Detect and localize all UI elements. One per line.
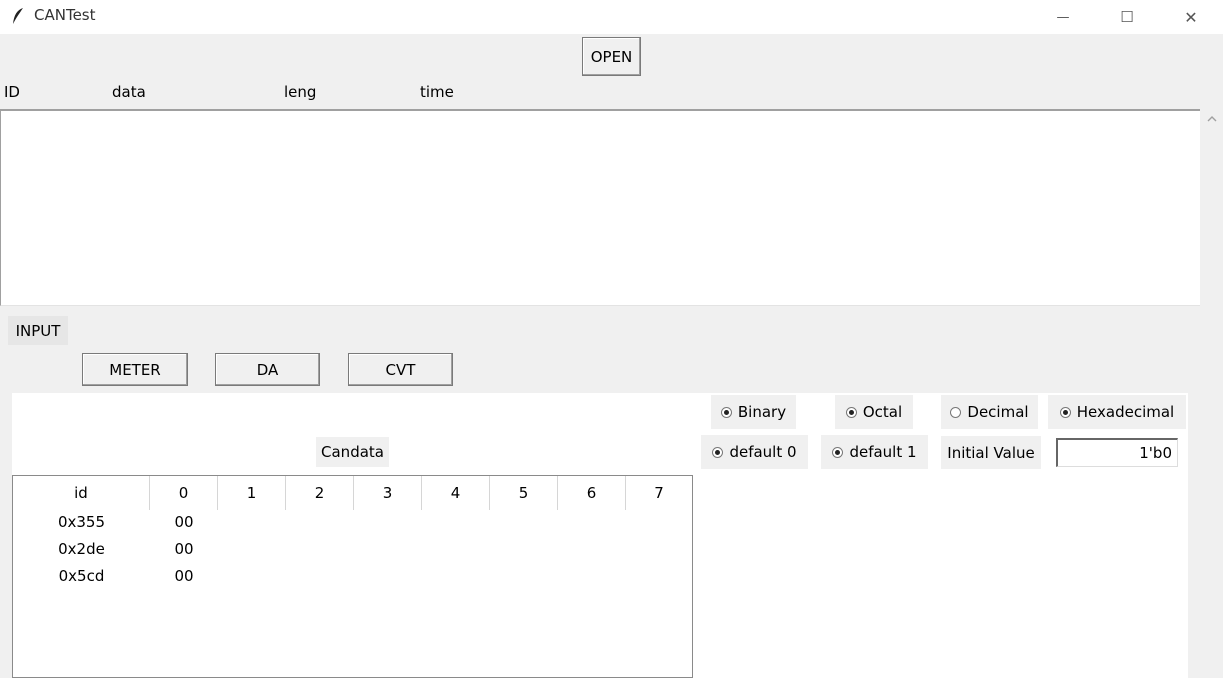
close-button[interactable]: ✕ <box>1168 0 1214 34</box>
open-button[interactable]: OPEN <box>582 37 641 76</box>
hexadecimal-label: Hexadecimal <box>1076 403 1175 421</box>
column-header-byte3[interactable]: 3 <box>354 476 422 510</box>
message-listbox[interactable] <box>0 109 1200 306</box>
header-data: data <box>112 83 146 101</box>
row-id-cell: 0x5cd <box>58 566 105 585</box>
header-id: ID <box>4 83 20 101</box>
row-byte0-cell: 00 <box>174 512 194 531</box>
decimal-label: Decimal <box>967 403 1029 421</box>
header-length: leng <box>284 83 317 101</box>
octal-label: Octal <box>862 403 903 421</box>
row-byte0-cell: 00 <box>174 566 194 585</box>
binary-radio[interactable]: Binary <box>711 395 796 429</box>
initial-value-input[interactable]: 1'b0 <box>1056 438 1178 467</box>
row-id-cell: 0x2de <box>58 539 105 558</box>
row-byte0-cell: 00 <box>174 539 194 558</box>
octal-radio[interactable]: Octal <box>835 395 913 429</box>
maximize-button[interactable]: ☐ <box>1104 0 1150 34</box>
default1-radio[interactable]: default 1 <box>821 435 928 469</box>
column-header-byte7[interactable]: 7 <box>626 476 692 510</box>
hexadecimal-radio[interactable]: Hexadecimal <box>1048 395 1186 429</box>
radio-selected-icon <box>832 446 844 458</box>
window-title: CANTest <box>34 6 96 24</box>
scroll-up-icon[interactable] <box>1205 112 1219 126</box>
column-header-byte2[interactable]: 2 <box>286 476 354 510</box>
meter-button[interactable]: METER <box>82 353 188 386</box>
table-row[interactable]: 0x355 00 <box>13 508 692 536</box>
candata-table[interactable]: id 0 1 2 3 4 5 6 7 0x355 00 0x2de 00 0x5… <box>12 475 693 678</box>
vertical-scrollbar[interactable] <box>1201 109 1223 678</box>
initial-value-label: Initial Value <box>941 436 1041 469</box>
input-section-label: INPUT <box>8 316 68 345</box>
binary-label: Binary <box>737 403 787 421</box>
column-header-byte5[interactable]: 5 <box>490 476 558 510</box>
row-id-cell: 0x355 <box>57 512 106 531</box>
feather-icon <box>13 8 23 24</box>
minimize-icon: — <box>1056 9 1070 25</box>
default1-label: default 1 <box>849 443 917 461</box>
radio-selected-icon <box>712 446 724 458</box>
radio-selected-icon <box>1059 406 1071 418</box>
minimize-button[interactable]: — <box>1040 0 1086 34</box>
column-header-byte4[interactable]: 4 <box>422 476 490 510</box>
radio-selected-icon <box>720 406 732 418</box>
candata-title: Candata <box>316 437 389 467</box>
default0-radio[interactable]: default 0 <box>701 435 808 469</box>
column-header-id[interactable]: id <box>13 476 150 510</box>
column-header-byte1[interactable]: 1 <box>218 476 286 510</box>
close-icon: ✕ <box>1184 7 1198 27</box>
decimal-radio[interactable]: Decimal <box>941 395 1038 429</box>
table-row[interactable]: 0x5cd 00 <box>13 562 692 590</box>
radio-unselected-icon <box>950 406 962 418</box>
cvt-button[interactable]: CVT <box>348 353 453 386</box>
maximize-icon: ☐ <box>1120 8 1134 26</box>
default0-label: default 0 <box>729 443 797 461</box>
table-row[interactable]: 0x2de 00 <box>13 535 692 563</box>
da-button[interactable]: DA <box>215 353 320 386</box>
column-header-byte0[interactable]: 0 <box>150 476 218 510</box>
column-header-byte6[interactable]: 6 <box>558 476 626 510</box>
radio-selected-icon <box>845 406 857 418</box>
header-time: time <box>420 83 454 101</box>
